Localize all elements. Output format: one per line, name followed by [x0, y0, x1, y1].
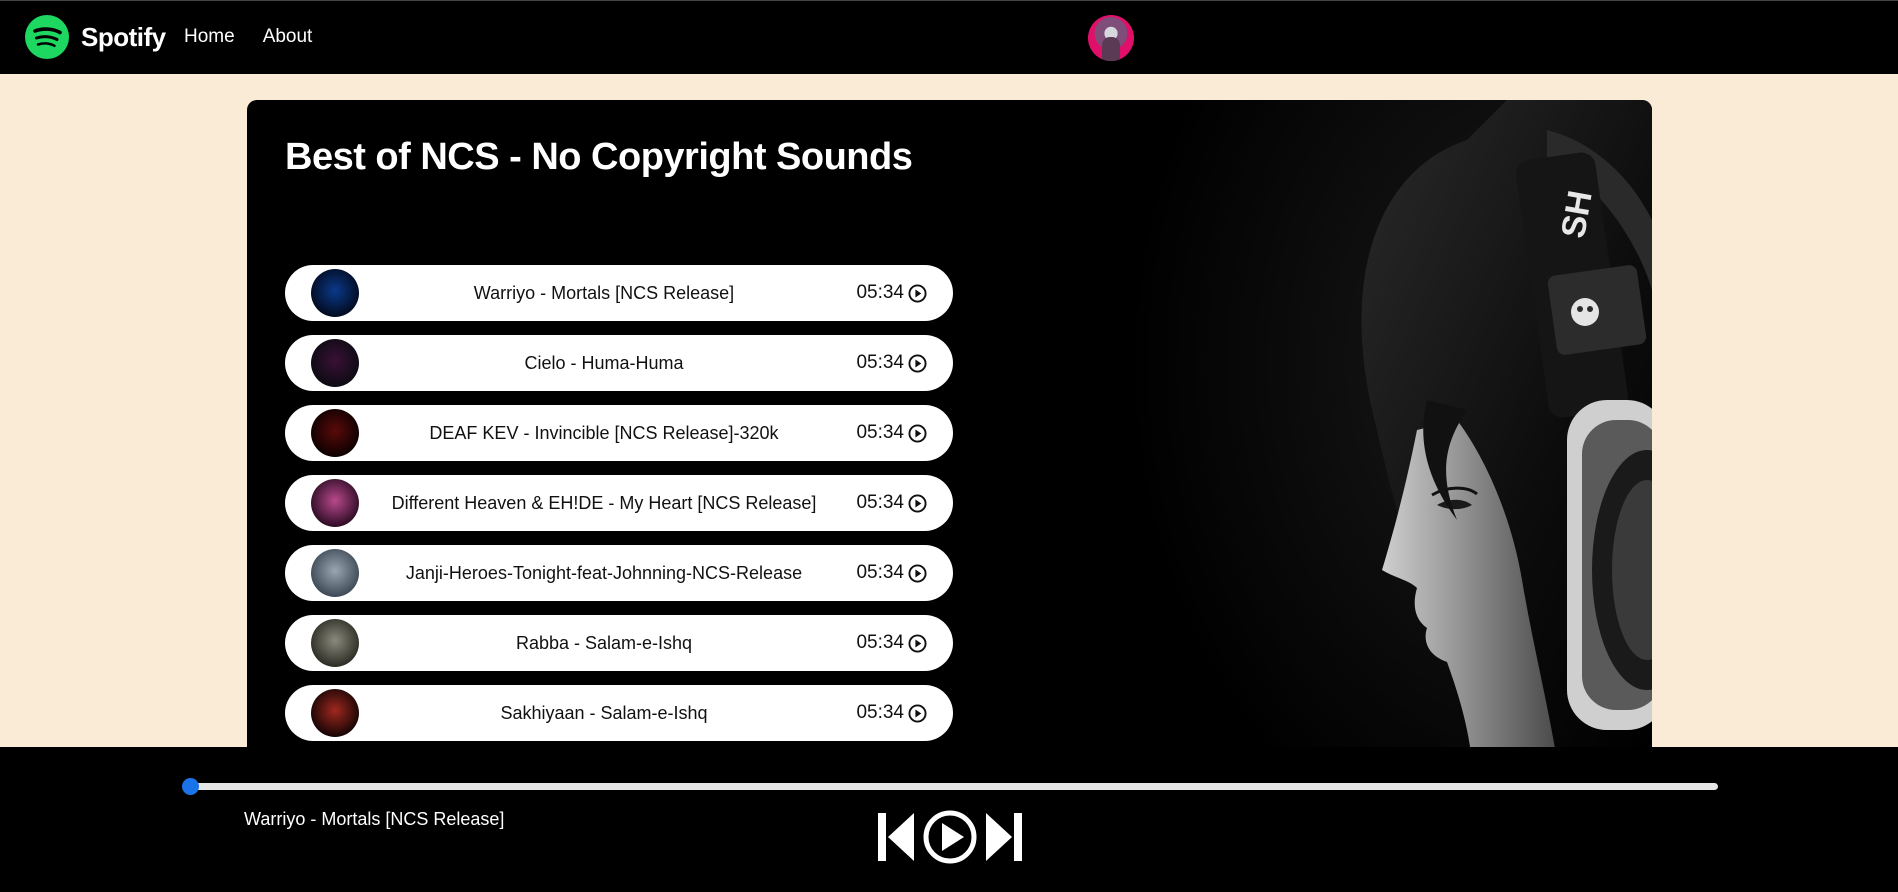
song-time: 05:34	[856, 545, 927, 601]
song-time: 05:34	[856, 335, 927, 391]
song-item[interactable]: Different Heaven & EH!DE - My Heart [NCS…	[285, 475, 953, 531]
skip-previous-icon[interactable]	[876, 811, 916, 863]
progress-thumb[interactable]	[182, 778, 199, 795]
song-cover	[311, 269, 359, 317]
song-cover	[311, 619, 359, 667]
song-item[interactable]: Warriyo - Mortals [NCS Release] 05:34	[285, 265, 953, 321]
song-cover	[311, 549, 359, 597]
song-item[interactable]: Cielo - Huma-Huma 05:34	[285, 335, 953, 391]
song-time: 05:34	[856, 405, 927, 461]
song-duration: 05:34	[856, 492, 904, 513]
song-duration: 05:34	[856, 702, 904, 723]
skip-next-icon[interactable]	[984, 811, 1024, 863]
now-playing-title: Warriyo - Mortals [NCS Release]	[244, 809, 505, 829]
song-duration: 05:34	[856, 562, 904, 583]
svg-text:SH: SH	[1554, 188, 1600, 241]
song-name: Janji-Heroes-Tonight-feat-Johnning-NCS-R…	[405, 563, 803, 583]
song-item[interactable]: Sakhiyaan - Salam-e-Ishq 05:34	[285, 685, 953, 741]
play-circle-icon[interactable]	[908, 563, 927, 583]
play-icon[interactable]	[922, 809, 978, 865]
play-circle-icon[interactable]	[908, 353, 927, 373]
song-time: 05:34	[856, 265, 927, 321]
playlist-title: Best of NCS - No Copyright Sounds	[285, 136, 913, 178]
progress-bar[interactable]	[182, 778, 1718, 795]
navbar: Spotify Home About	[0, 0, 1898, 74]
song-item[interactable]: DEAF KEV - Invincible [NCS Release]-320k…	[285, 405, 953, 461]
play-circle-icon[interactable]	[908, 423, 927, 443]
nav-link-home[interactable]: Home	[184, 26, 235, 48]
nav-link-about[interactable]: About	[263, 26, 313, 48]
brand-link[interactable]: Spotify	[25, 15, 166, 59]
song-time: 05:34	[856, 475, 927, 531]
song-name: Sakhiyaan - Salam-e-Ishq	[500, 703, 708, 723]
play-circle-icon[interactable]	[908, 703, 927, 723]
avatar[interactable]	[1088, 15, 1134, 61]
play-circle-icon[interactable]	[908, 493, 927, 513]
song-duration: 05:34	[856, 352, 904, 373]
playlist-container: Best of NCS - No Copyright Sounds Warriy…	[247, 100, 1652, 760]
song-list: Warriyo - Mortals [NCS Release] 05:34 Ci…	[285, 265, 953, 755]
song-cover	[311, 689, 359, 737]
song-item[interactable]: Rabba - Salam-e-Ishq 05:34	[285, 615, 953, 671]
play-circle-icon[interactable]	[908, 283, 927, 303]
song-duration: 05:34	[856, 282, 904, 303]
song-name: Warriyo - Mortals [NCS Release]	[473, 283, 735, 303]
song-duration: 05:34	[856, 632, 904, 653]
play-circle-icon[interactable]	[908, 633, 927, 653]
song-item[interactable]: Janji-Heroes-Tonight-feat-Johnning-NCS-R…	[285, 545, 953, 601]
song-cover	[311, 339, 359, 387]
song-name: Rabba - Salam-e-Ishq	[515, 633, 693, 653]
song-name: Different Heaven & EH!DE - My Heart [NCS…	[391, 493, 817, 513]
spotify-logo-icon	[25, 15, 69, 59]
brand-name: Spotify	[81, 21, 166, 52]
song-duration: 05:34	[856, 422, 904, 443]
player-controls	[876, 809, 1024, 865]
player-bar: Warriyo - Mortals [NCS Release]	[0, 747, 1898, 892]
song-name: DEAF KEV - Invincible [NCS Release]-320k	[429, 423, 779, 443]
song-time: 05:34	[856, 685, 927, 741]
nav-links: Home About	[184, 26, 312, 48]
hero-image: SH	[1127, 100, 1652, 760]
song-time: 05:34	[856, 615, 927, 671]
song-name: Cielo - Huma-Huma	[524, 353, 684, 373]
song-cover	[311, 479, 359, 527]
song-cover	[311, 409, 359, 457]
